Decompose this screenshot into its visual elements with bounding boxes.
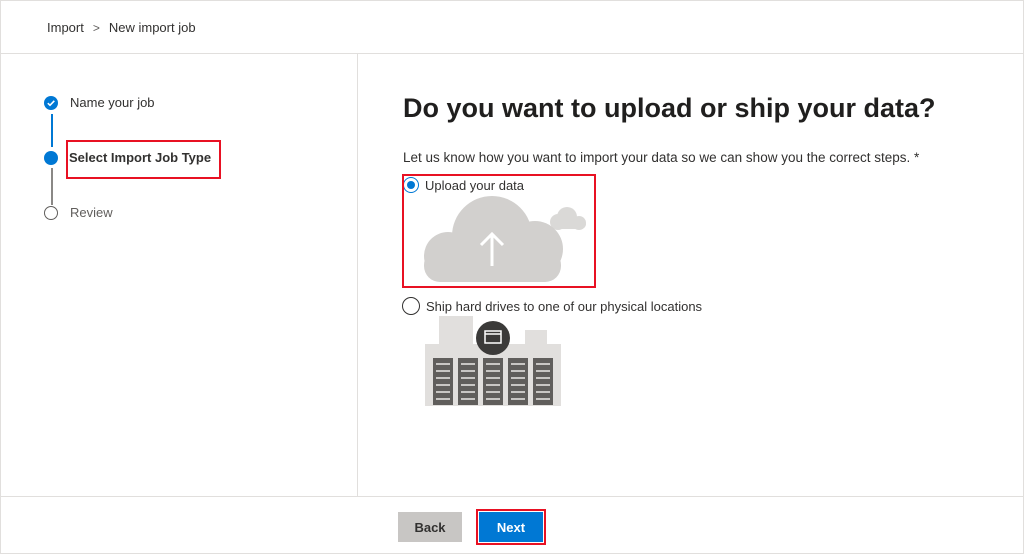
option-label: Ship hard drives to one of our physical …	[426, 298, 703, 314]
header-bar: Import > New import job	[0, 0, 1024, 54]
step-connector-line	[50, 168, 53, 205]
main-content: Do you want to upload or ship your data?…	[358, 54, 1024, 496]
pending-step-circle-icon	[44, 205, 58, 220]
step-review[interactable]: Review	[44, 205, 113, 220]
step-connector-line	[50, 114, 53, 147]
wizard-steps-panel: Name your job Select Import Job Type Rev…	[0, 54, 358, 496]
breadcrumb-item-new-import-job: New import job	[108, 20, 196, 35]
breadcrumb-separator: >	[92, 20, 100, 35]
highlight-box	[402, 174, 596, 288]
step-name-your-job[interactable]: Name your job	[44, 95, 155, 110]
radio-button-unselected[interactable]	[402, 297, 420, 315]
breadcrumb: Import > New import job	[47, 20, 196, 35]
page-description: Let us know how you want to import your …	[403, 150, 920, 165]
option-ship-hard-drives[interactable]: Ship hard drives to one of our physical …	[402, 297, 702, 315]
page-title: Do you want to upload or ship your data?	[403, 93, 936, 123]
highlight-box	[476, 509, 546, 545]
current-step-dot-icon	[44, 150, 58, 165]
breadcrumb-item-import[interactable]: Import	[47, 20, 84, 35]
checkmark-icon	[44, 95, 58, 110]
back-button[interactable]: Back	[398, 512, 462, 542]
footer-bar: Back Next	[0, 496, 1024, 554]
step-label: Review	[70, 205, 113, 220]
datacenter-icon[interactable]	[425, 314, 561, 406]
highlight-box	[66, 140, 221, 179]
step-label: Name your job	[70, 95, 155, 110]
